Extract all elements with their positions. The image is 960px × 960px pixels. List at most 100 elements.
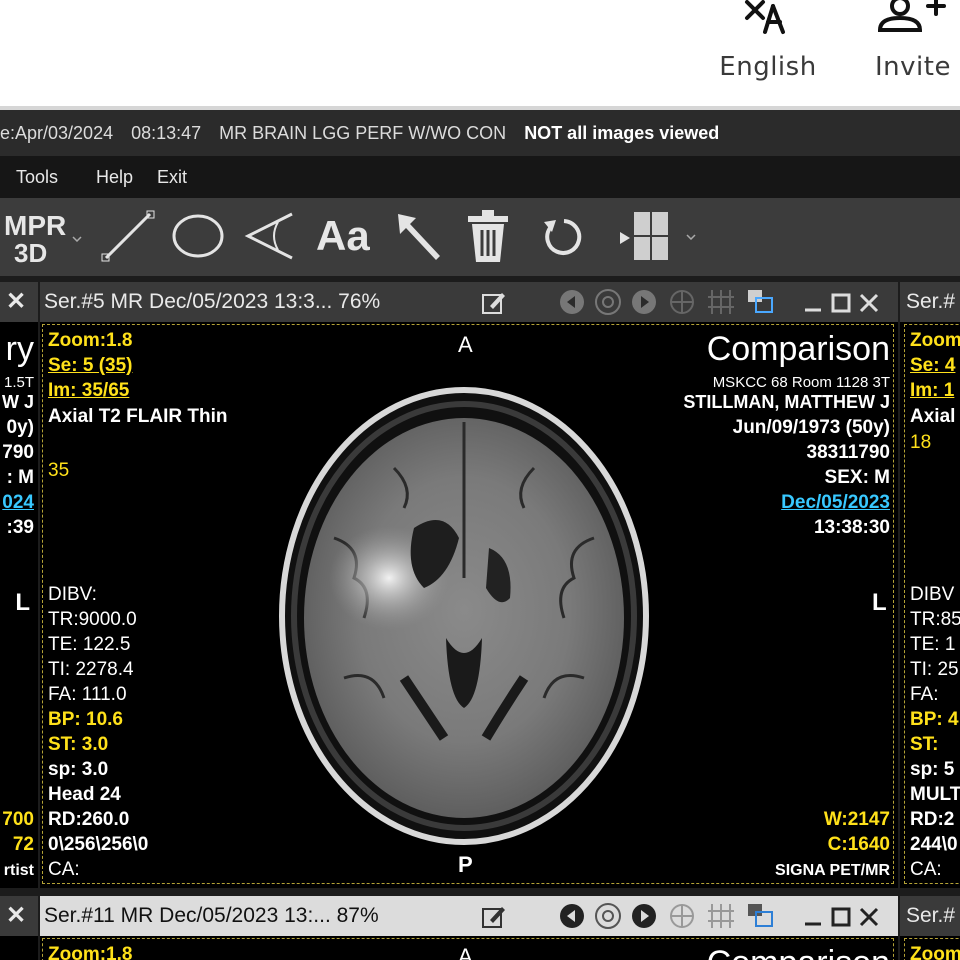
viewport-title: Ser.#11 MR Dec/05/2023 13:... 87% bbox=[44, 904, 379, 927]
screen: English Invite e:Apr/03/2024 08:13:47 MR B… bbox=[0, 0, 960, 960]
link-series-icon[interactable] bbox=[744, 900, 776, 930]
viewport-header-left[interactable]: ✕ bbox=[0, 282, 38, 322]
zoom-readout: Zoom bbox=[910, 330, 960, 351]
series-readout[interactable]: Se: 4 bbox=[910, 353, 955, 378]
chevron-down-icon[interactable] bbox=[686, 234, 696, 240]
next-image-icon[interactable] bbox=[630, 902, 658, 930]
rd-readout: RD:260.0 bbox=[48, 809, 130, 830]
viewport-title: Ser.# bbox=[906, 290, 956, 313]
ellipse-tool-icon[interactable] bbox=[170, 208, 226, 264]
viewport-header-bottom-right[interactable]: Ser.# bbox=[900, 896, 960, 936]
next-image-icon[interactable] bbox=[630, 288, 658, 316]
study-description: MR BRAIN LGG PERF W/WO CON bbox=[219, 123, 507, 143]
prev-image-icon[interactable] bbox=[558, 902, 586, 930]
mri-image[interactable] bbox=[274, 378, 654, 858]
cine-icon[interactable] bbox=[594, 902, 622, 930]
menu-tools[interactable]: Tools bbox=[16, 156, 58, 198]
ti-readout: TI: 25 bbox=[910, 659, 959, 680]
pointer-arrow-icon[interactable] bbox=[392, 208, 448, 264]
image-readout[interactable]: Im: 35/65 bbox=[48, 378, 129, 403]
viewport-main[interactable]: Zoom:1.8 Se: 5 (35) Im: 35/65 Axial T2 F… bbox=[40, 322, 898, 888]
menu-help[interactable]: Help bbox=[96, 156, 133, 198]
viewport-header-main[interactable]: Ser.#5 MR Dec/05/2023 13:3... 76% bbox=[40, 282, 898, 322]
patient-dob: Jun/09/1973 (50y) bbox=[732, 417, 890, 438]
study-date-link[interactable]: Dec/05/2023 bbox=[781, 490, 890, 515]
text-tool-button[interactable]: Aa bbox=[316, 212, 370, 260]
sp-readout: sp: 3.0 bbox=[48, 759, 109, 780]
reset-rotate-icon[interactable] bbox=[540, 214, 586, 260]
tr-readout: TR:85 bbox=[910, 609, 960, 630]
viewport-right[interactable]: Zoom Se: 4 Im: 1 Axial 18 DIBV TR:85 TE:… bbox=[900, 322, 960, 888]
comparison-label: Comparison bbox=[706, 330, 890, 368]
edit-notes-icon[interactable] bbox=[480, 904, 508, 930]
viewport-bottom-left[interactable] bbox=[0, 936, 38, 960]
sync-icon[interactable] bbox=[668, 288, 696, 316]
viewed-warning: NOT all images viewed bbox=[524, 123, 720, 143]
zoom-readout: Zoom:1.8 bbox=[48, 944, 133, 960]
series-readout[interactable]: Se: 5 (35) bbox=[48, 353, 132, 378]
patient-name: STILLMAN, MATTHEW J bbox=[683, 392, 890, 412]
study-time-readout: 13:38:30 bbox=[813, 517, 890, 538]
ca-readout: CA: bbox=[48, 859, 80, 880]
comparison-label: Comparison bbox=[707, 944, 890, 960]
sync-icon[interactable] bbox=[668, 902, 696, 930]
viewport-title: Ser.#5 MR Dec/05/2023 13:3... 76% bbox=[44, 290, 381, 313]
edit-notes-icon[interactable] bbox=[480, 290, 508, 316]
maximize-icon[interactable] bbox=[830, 906, 852, 928]
layout-icon[interactable] bbox=[618, 208, 672, 264]
dibv-label: DIBV: bbox=[48, 584, 97, 605]
close-icon[interactable]: ✕ bbox=[6, 282, 26, 322]
line-tool-icon[interactable] bbox=[100, 208, 156, 264]
trash-icon[interactable] bbox=[462, 208, 514, 264]
slice-number: 18 bbox=[910, 432, 932, 453]
window-center: C:1640 bbox=[827, 834, 890, 855]
language-button[interactable]: English bbox=[713, 0, 823, 100]
viewport-header-bottom-left[interactable]: ✕ bbox=[0, 896, 38, 936]
minimize-icon[interactable] bbox=[802, 292, 824, 314]
chevron-down-icon[interactable] bbox=[72, 236, 82, 242]
viewport-left[interactable]: ry 1.5T W J 0y) 790 : M 024 :39 L 700 72… bbox=[0, 322, 38, 888]
age-fragment: 0y) bbox=[6, 417, 34, 438]
viewport-header-bottom[interactable]: Ser.#11 MR Dec/05/2023 13:... 87% bbox=[40, 896, 898, 936]
menu-exit[interactable]: Exit bbox=[157, 156, 187, 198]
invite-button[interactable]: Invite bbox=[858, 0, 960, 100]
date-fragment[interactable]: 024 bbox=[2, 490, 34, 515]
link-series-icon[interactable] bbox=[744, 286, 776, 316]
angle-tool-icon[interactable] bbox=[244, 208, 300, 264]
rd-readout: RD:2 bbox=[910, 809, 955, 830]
zoom-readout: Zoom:1.8 bbox=[48, 330, 133, 351]
sex-fragment: : M bbox=[6, 467, 34, 488]
mrn-fragment: 790 bbox=[2, 442, 34, 463]
invite-label: Invite bbox=[875, 52, 951, 82]
matrix-readout: 0\256\256\0 bbox=[48, 834, 149, 855]
cine-icon[interactable] bbox=[594, 288, 622, 316]
minimize-icon[interactable] bbox=[802, 906, 824, 928]
close-icon[interactable] bbox=[858, 292, 880, 314]
patient-sex: SEX: M bbox=[824, 467, 890, 488]
title-bar: e:Apr/03/2024 08:13:47 MR BRAIN LGG PERF W… bbox=[0, 110, 960, 156]
crosshair-grid-icon[interactable] bbox=[706, 902, 736, 930]
viewport-bottom[interactable]: Zoom:1.8 A Comparison bbox=[40, 936, 898, 960]
image-readout[interactable]: Im: 1 bbox=[910, 378, 954, 403]
st-readout: ST: 3.0 bbox=[48, 734, 109, 755]
mpr-3d-button[interactable]: MPR 3D bbox=[0, 204, 88, 270]
st-readout: ST: bbox=[910, 734, 939, 755]
te-readout: TE: 122.5 bbox=[48, 634, 131, 655]
translate-icon bbox=[745, 0, 785, 34]
viewport-header-right[interactable]: Ser.# bbox=[900, 282, 960, 322]
sequence-name: Axial T2 FLAIR Thin bbox=[48, 406, 228, 427]
dibv-label: DIBV bbox=[910, 584, 955, 605]
tr-readout: TR:9000.0 bbox=[48, 609, 137, 630]
comparison-fragment: ry bbox=[5, 330, 34, 368]
crosshair-grid-icon[interactable] bbox=[706, 288, 736, 316]
prev-image-icon[interactable] bbox=[558, 288, 586, 316]
orientation-right: L bbox=[872, 589, 887, 616]
maximize-icon[interactable] bbox=[830, 292, 852, 314]
orientation-right: L bbox=[15, 589, 30, 616]
study-time: 08:13:47 bbox=[131, 123, 202, 143]
viewport-bottom-right[interactable]: Zoom bbox=[900, 936, 960, 960]
window-width-fragment: 700 bbox=[2, 809, 34, 830]
menu-bar: Tools Help Exit bbox=[0, 156, 960, 198]
close-icon[interactable]: ✕ bbox=[6, 896, 26, 936]
close-icon[interactable] bbox=[858, 906, 880, 928]
